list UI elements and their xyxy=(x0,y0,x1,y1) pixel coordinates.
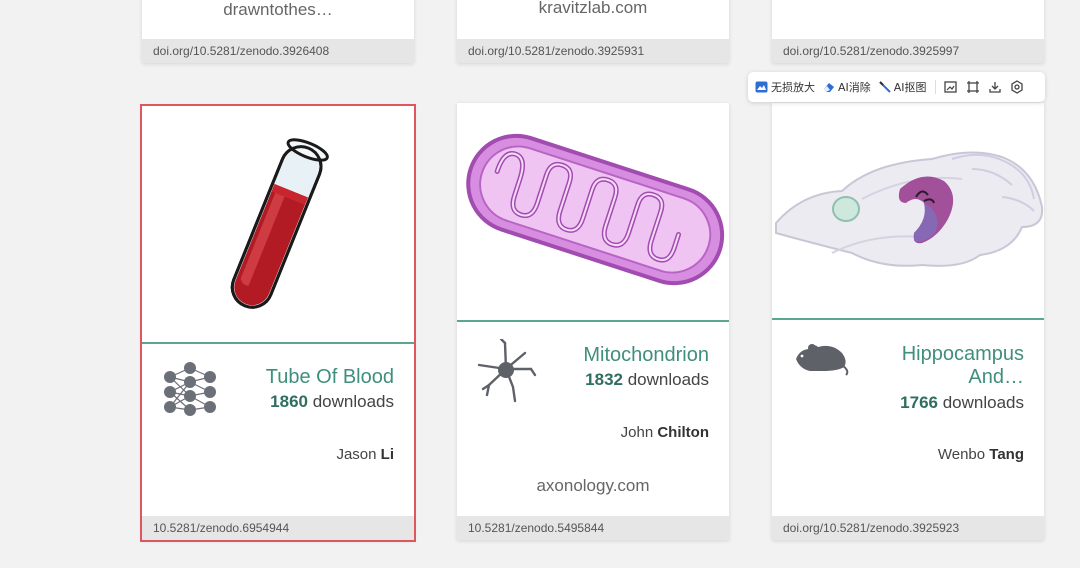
download-button[interactable] xyxy=(984,80,1006,94)
downloads-label: downloads xyxy=(942,393,1024,412)
lossless-enlarge-label: 无损放大 xyxy=(771,81,815,94)
mouse-icon xyxy=(792,339,850,382)
card-title-line1: Hippocampus xyxy=(901,343,1024,365)
card-top-3[interactable]: doi.org/10.5281/zenodo.3925997 xyxy=(772,0,1044,63)
author-last: Tang xyxy=(989,446,1024,463)
image-edit-icon xyxy=(943,81,957,93)
card-mitochondrion[interactable]: Mitochondrion 1832 downloads John Chilto… xyxy=(457,103,729,540)
card-doi[interactable]: doi.org/10.5281/zenodo.3925923 xyxy=(772,516,1044,540)
author-first: Wenbo xyxy=(937,446,986,463)
card-top-1[interactable]: drawntothes… doi.org/10.5281/zenodo.3926… xyxy=(142,0,414,63)
enlarge-icon xyxy=(755,81,768,93)
author-last: Li xyxy=(380,446,394,463)
downloads-count: 1832 xyxy=(585,370,623,389)
card-divider xyxy=(772,318,1044,320)
author-first: John xyxy=(620,424,654,441)
ai-erase-button[interactable]: AI消除 xyxy=(819,79,875,95)
card-site[interactable]: kravitzlab.com xyxy=(457,0,729,18)
card-author[interactable]: Wenbo Tang xyxy=(938,446,1024,463)
card-hippocampus[interactable]: Hippocampus And… 1766 downloads Wenbo Ta… xyxy=(772,103,1044,540)
card-tube-of-blood[interactable]: Tube Of Blood 1860 downloads Jason Li 10… xyxy=(140,104,416,542)
card-downloads: 1766 downloads xyxy=(900,393,1024,413)
neural-network-icon xyxy=(160,362,220,427)
card-site[interactable]: axonology.com xyxy=(457,476,729,496)
card-title[interactable]: Hippocampus And… xyxy=(902,343,1024,389)
card-title-line2: And… xyxy=(968,366,1024,388)
card-title[interactable]: Tube Of Blood xyxy=(266,366,394,389)
crop-icon xyxy=(966,81,979,93)
card-title[interactable]: Mitochondrion xyxy=(583,344,709,367)
card-illustration xyxy=(772,103,1044,319)
downloads-count: 1766 xyxy=(900,393,938,412)
card-downloads: 1860 downloads xyxy=(270,392,394,412)
brain-illustration xyxy=(775,151,1044,267)
ai-erase-label: AI消除 xyxy=(838,81,871,94)
card-illustration xyxy=(457,103,729,321)
card-doi[interactable]: 10.5281/zenodo.6954944 xyxy=(142,516,414,540)
card-author[interactable]: Jason Li xyxy=(336,446,394,463)
edit-image-button[interactable] xyxy=(940,80,962,94)
downloads-label: downloads xyxy=(312,392,394,411)
test-tube-illustration xyxy=(230,138,329,309)
card-doi[interactable]: doi.org/10.5281/zenodo.3925931 xyxy=(457,39,729,63)
card-downloads: 1832 downloads xyxy=(585,370,709,390)
card-top-2[interactable]: kravitzlab.com doi.org/10.5281/zenodo.39… xyxy=(457,0,729,63)
gear-icon xyxy=(1010,80,1023,94)
magic-wand-icon xyxy=(879,81,891,93)
card-doi[interactable]: doi.org/10.5281/zenodo.3926408 xyxy=(142,39,414,63)
mitochondrion-illustration xyxy=(466,133,725,286)
ai-cutout-label: AI抠图 xyxy=(893,81,927,94)
download-icon xyxy=(988,82,1001,93)
author-first: Jason xyxy=(336,446,377,463)
ai-cutout-button[interactable]: AI抠图 xyxy=(875,79,931,95)
card-doi[interactable]: 10.5281/zenodo.5495844 xyxy=(457,516,729,540)
image-toolbar: 无损放大 AI消除 AI抠图 xyxy=(748,72,1045,102)
toolbar-divider xyxy=(934,80,936,94)
neuron-icon xyxy=(475,337,537,410)
card-illustration xyxy=(142,106,414,342)
lossless-enlarge-button[interactable]: 无损放大 xyxy=(748,79,819,95)
card-author[interactable]: John Chilton xyxy=(621,424,709,441)
card-site[interactable]: drawntothes… xyxy=(142,0,414,20)
crop-button[interactable] xyxy=(962,80,984,94)
author-last: Chilton xyxy=(657,424,709,441)
downloads-count: 1860 xyxy=(270,392,308,411)
card-divider xyxy=(142,342,414,344)
card-divider xyxy=(457,320,729,322)
settings-button[interactable] xyxy=(1006,80,1028,94)
eraser-icon xyxy=(824,83,834,92)
downloads-label: downloads xyxy=(627,370,709,389)
card-doi[interactable]: doi.org/10.5281/zenodo.3925997 xyxy=(772,39,1044,63)
